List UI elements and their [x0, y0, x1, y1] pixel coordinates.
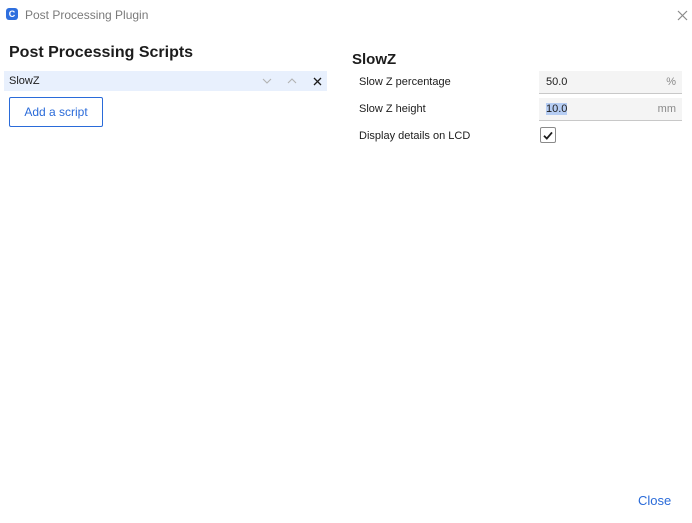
slow-z-percentage-value: 50.0 — [546, 76, 568, 88]
setting-label-display-details-lcd: Display details on LCD — [359, 130, 471, 142]
scripts-panel-title: Post Processing Scripts — [9, 44, 194, 61]
remove-script-button[interactable] — [307, 71, 327, 91]
cura-app-icon: C — [6, 8, 18, 20]
add-script-button[interactable]: Add a script — [9, 97, 103, 127]
settings-panel-title: SlowZ — [352, 51, 397, 68]
slow-z-height-unit: mm — [657, 103, 676, 115]
move-up-button[interactable] — [282, 71, 302, 91]
script-name: SlowZ — [9, 75, 40, 87]
remove-icon — [313, 77, 321, 85]
window-title: Post Processing Plugin — [25, 8, 149, 22]
move-down-button[interactable] — [257, 71, 277, 91]
close-icon — [677, 10, 687, 20]
window-titlebar: C Post Processing Plugin — [0, 0, 692, 30]
setting-label-slow-z-percentage: Slow Z percentage — [359, 76, 451, 88]
checkmark-icon — [543, 131, 553, 140]
move-down-icon — [262, 78, 272, 84]
display-details-lcd-checkbox[interactable] — [540, 127, 556, 143]
slow-z-height-input[interactable]: 10.0 mm — [539, 98, 682, 121]
move-up-icon — [287, 78, 297, 84]
setting-label-slow-z-height: Slow Z height — [359, 103, 426, 115]
script-list-item[interactable]: SlowZ — [4, 71, 327, 91]
close-button[interactable]: Close — [638, 493, 671, 508]
window-close-button[interactable] — [672, 5, 692, 25]
slow-z-percentage-input[interactable]: 50.0 % — [539, 71, 682, 94]
slow-z-percentage-unit: % — [666, 76, 676, 88]
slow-z-height-value: 10.0 — [546, 103, 568, 115]
